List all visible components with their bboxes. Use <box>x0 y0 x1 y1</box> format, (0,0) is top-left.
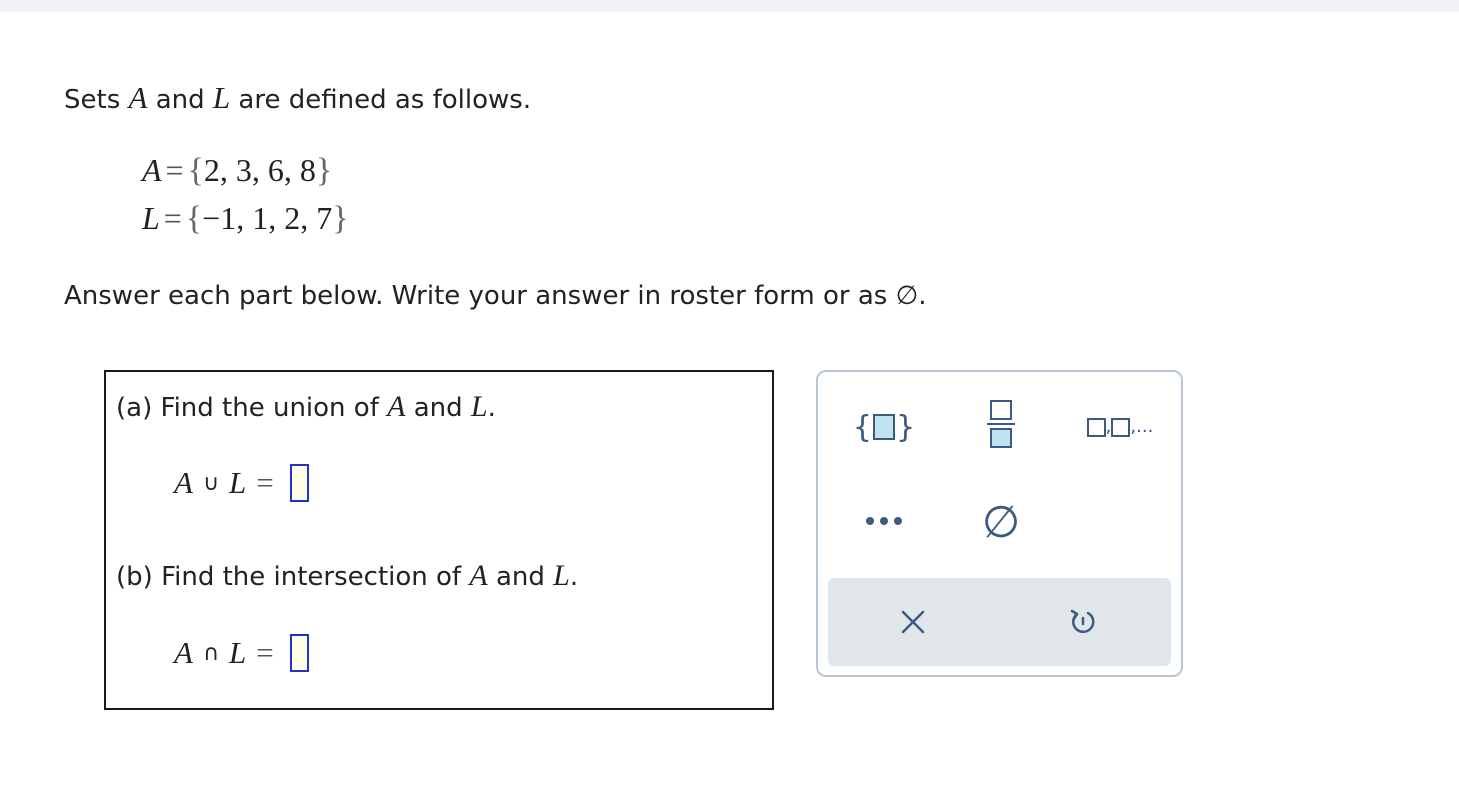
list-ellipsis: ... <box>1136 415 1154 437</box>
empty-set-button[interactable]: ∅ <box>968 492 1034 552</box>
part-b-period: . <box>569 562 579 592</box>
close-brace: } <box>332 200 349 237</box>
part-a-var-l: L <box>470 390 488 423</box>
undo-icon <box>1070 609 1095 634</box>
set-l-definition: L = {−1, 1, 2, 7} <box>142 200 349 238</box>
expr-right: L <box>229 635 247 670</box>
list-icon: ,,... <box>1086 415 1154 437</box>
list-square-2 <box>1111 417 1131 437</box>
part-b-text: Find the intersection of <box>161 562 462 592</box>
intro-prefix: Sets <box>64 85 121 115</box>
part-b-var-a: A <box>469 559 488 592</box>
intersection-operator: ∩ <box>202 640 220 666</box>
part-a-conj: and <box>413 393 463 423</box>
part-b-var-l: L <box>553 559 570 592</box>
set-a-elements: 2, 3, 6, 8 <box>203 152 316 188</box>
clear-button[interactable] <box>883 596 943 648</box>
intro-var-a: A <box>128 80 148 115</box>
equals-sign: = <box>165 152 184 188</box>
expr-left: A <box>174 635 193 670</box>
equals-sign: = <box>163 200 182 236</box>
union-operator: ∪ <box>202 470 220 496</box>
set-l-elements: −1, 1, 2, 7 <box>202 200 333 236</box>
intro-suffix: are defined as follows. <box>238 85 532 115</box>
brace-close-glyph: } <box>896 409 916 445</box>
set-braces-icon: {} <box>853 410 915 445</box>
expr-right: L <box>229 465 247 500</box>
part-a-prompt: (a) Find the union of A and L. <box>116 390 496 424</box>
expr-left: A <box>174 465 193 500</box>
palette-footer <box>828 578 1171 666</box>
instructions: Answer each part below. Write your answe… <box>64 281 927 311</box>
set-l-name: L <box>142 200 160 236</box>
part-a-answer-row: A ∪ L = <box>174 464 309 502</box>
equals-sign: = <box>256 635 274 670</box>
union-answer-input[interactable] <box>289 464 309 502</box>
set-a-definition: A = {2, 3, 6, 8} <box>142 152 332 190</box>
ellipsis-button[interactable] <box>854 496 914 546</box>
intersection-answer-input[interactable] <box>289 634 309 672</box>
close-brace: } <box>315 152 333 189</box>
set-braces-button[interactable]: {} <box>853 402 915 452</box>
list-square-1 <box>1086 417 1106 437</box>
clear-icon <box>901 610 925 634</box>
question-box: (a) Find the union of A and L. A ∪ L = (… <box>104 370 774 710</box>
part-b-label: (b) <box>116 562 153 592</box>
open-brace: { <box>185 200 203 237</box>
part-b-answer-row: A ∩ L = <box>174 634 309 672</box>
part-b-prompt: (b) Find the intersection of A and L. <box>116 559 578 593</box>
ellipsis-icon <box>866 517 902 525</box>
list-button[interactable]: ,,... <box>1080 406 1160 446</box>
part-a-label: (a) <box>116 393 153 423</box>
math-palette: {} ,,... ∅ <box>816 370 1183 677</box>
placeholder-square <box>873 414 895 440</box>
top-bar <box>0 0 1459 12</box>
undo-button[interactable] <box>1053 596 1113 648</box>
fraction-button[interactable] <box>968 394 1034 454</box>
empty-set-icon: ∅ <box>981 496 1021 548</box>
part-a-var-a: A <box>387 390 406 423</box>
part-a-period: . <box>487 393 496 423</box>
open-brace: { <box>187 152 204 189</box>
part-a-text: Find the union of <box>160 393 379 423</box>
brace-open-glyph: { <box>852 409 872 445</box>
part-b-conj: and <box>495 562 545 592</box>
fraction-icon <box>987 400 1015 448</box>
set-a-name: A <box>142 152 162 188</box>
equals-sign: = <box>256 465 274 500</box>
intro-var-l: L <box>212 80 231 115</box>
intro-text: Sets A and L are defined as follows. <box>64 80 531 116</box>
intro-conj: and <box>155 85 205 115</box>
